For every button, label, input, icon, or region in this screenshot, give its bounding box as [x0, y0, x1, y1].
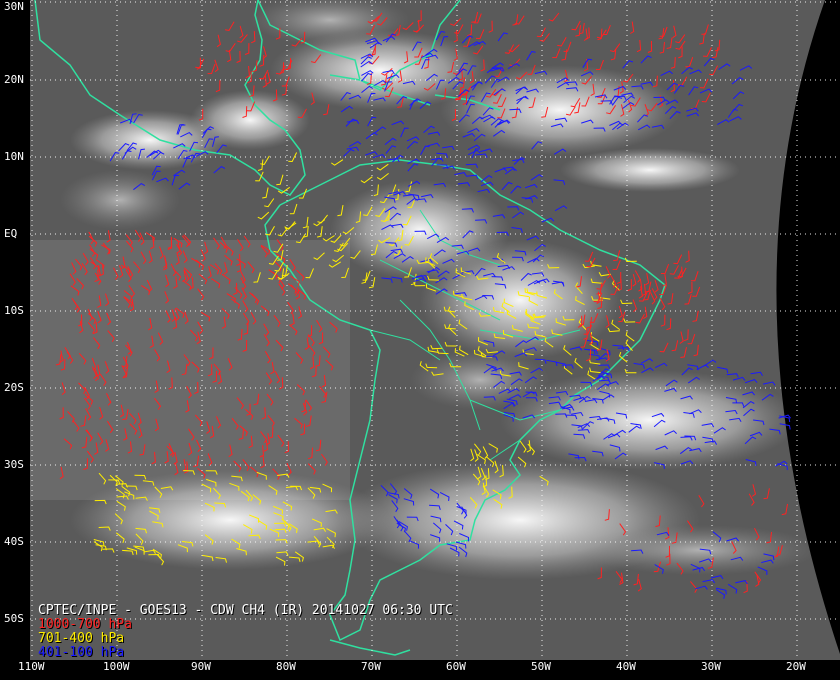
lon-label-40w: 40W — [616, 660, 636, 673]
lat-label-10s: 10S — [4, 304, 24, 317]
lat-label-50s: 50S — [4, 612, 24, 625]
lon-label-50w: 50W — [531, 660, 551, 673]
lat-label-20n: 20N — [4, 73, 24, 86]
legend-high-level: 401-100 hPa — [38, 645, 125, 660]
map-title: CPTEC/INPE - GOES13 - CDW CH4 (IR) 20141… — [38, 603, 453, 618]
lon-label-100w: 100W — [103, 660, 130, 673]
lat-label-10n: 10N — [4, 150, 24, 163]
lon-label-90w: 90W — [191, 660, 211, 673]
legend-low-level: 1000-700 hPa — [38, 617, 132, 632]
lon-label-110w: 110W — [18, 660, 45, 673]
satellite-wind-map — [0, 0, 840, 680]
legend-mid-level: 701-400 hPa — [38, 631, 125, 646]
lat-label-eq: EQ — [4, 227, 18, 240]
lat-label-20s: 20S — [4, 381, 24, 394]
lon-label-70w: 70W — [361, 660, 381, 673]
lat-label-30s: 30S — [4, 458, 24, 471]
lon-label-60w: 60W — [446, 660, 466, 673]
lon-label-20w: 20W — [786, 660, 806, 673]
lat-label-30n: 30N — [4, 0, 24, 13]
lon-label-30w: 30W — [701, 660, 721, 673]
lon-label-80w: 80W — [276, 660, 296, 673]
lat-label-40s: 40S — [4, 535, 24, 548]
